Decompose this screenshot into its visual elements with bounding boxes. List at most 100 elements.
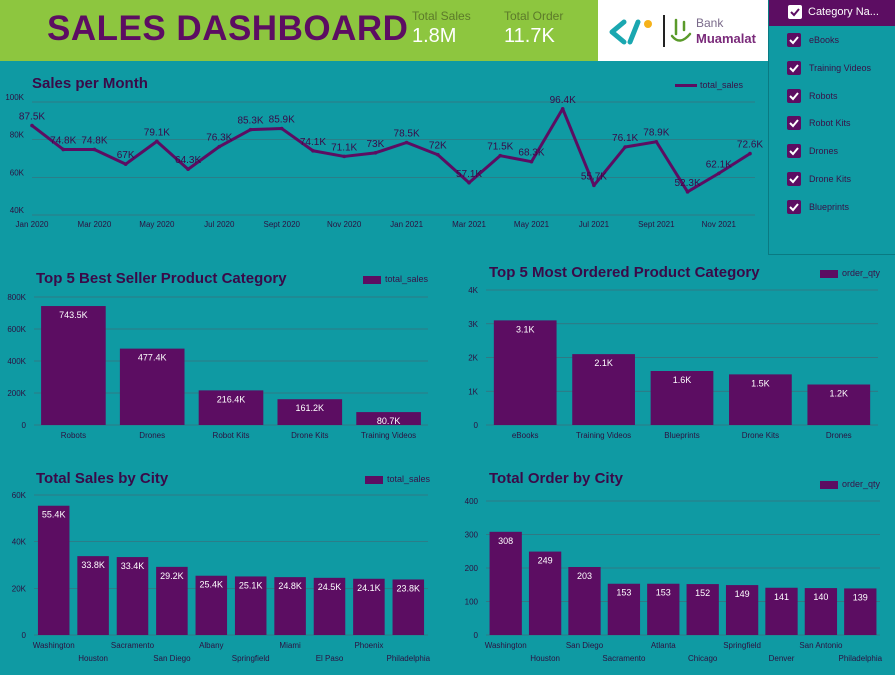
data-label: 24.8K (278, 581, 302, 591)
x-tick-label: eBooks (512, 431, 539, 440)
data-point (279, 126, 284, 131)
y-tick-label: 40K (10, 206, 25, 215)
y-tick-label: 100K (5, 93, 24, 102)
data-label: 74.8K (50, 135, 76, 146)
filter-item[interactable]: Robots (787, 88, 895, 105)
data-label: 78.5K (394, 128, 420, 139)
x-tick-label: Springfield (232, 654, 270, 663)
bar-chart-top5-most-ordered: 0 1K 2K 3K 4K 3.1K eBooks 2.1K Training Videos 1.… (468, 286, 878, 440)
check-icon (789, 203, 799, 212)
y-tick-label: 60K (12, 491, 27, 500)
x-tick-label: Philadelphia (839, 654, 883, 663)
data-point (248, 127, 253, 132)
data-label: 67K (117, 150, 135, 161)
data-label: 74.8K (81, 135, 107, 146)
data-label: 76.1K (612, 133, 638, 144)
legend-label: total_sales (387, 474, 431, 484)
data-point (592, 183, 596, 188)
checkbox[interactable] (787, 172, 801, 186)
x-tick-label: Jul 2021 (579, 220, 610, 229)
filter-item-label: Drone Kits (809, 174, 852, 184)
data-point (685, 190, 690, 194)
checkbox[interactable] (787, 33, 801, 47)
legend-bar-swatch (363, 275, 381, 284)
check-icon (789, 175, 799, 184)
filter-item[interactable]: Robot Kits (787, 116, 895, 132)
data-label: 80.7K (377, 416, 401, 426)
checkbox[interactable] (787, 88, 801, 103)
x-tick-label: Blueprints (664, 431, 700, 440)
x-tick-label: Denver (769, 654, 795, 663)
data-label: 64.3K (175, 155, 201, 166)
filter-item-label: Blueprints (809, 201, 850, 212)
data-point (498, 153, 503, 158)
data-label: 79.1K (144, 127, 170, 138)
checkbox[interactable] (787, 199, 801, 214)
y-tick-label: 1K (468, 387, 478, 396)
data-label: 149 (735, 589, 750, 599)
data-label: 71.1K (331, 142, 357, 153)
x-tick-label: San Antonio (799, 641, 843, 650)
data-label: 1.2K (830, 389, 849, 399)
data-label: 203 (577, 571, 592, 581)
legend-sales-per-month: total_sales (675, 80, 743, 90)
x-tick-label: Chicago (688, 654, 718, 663)
bank-logo-line2: Muamalat (696, 31, 757, 46)
check-icon (789, 119, 799, 128)
filter-select-all[interactable]: Category Na... (769, 0, 895, 26)
x-tick-label: May 2020 (139, 220, 175, 229)
check-icon (789, 147, 799, 156)
x-tick-label: Drones (139, 431, 165, 440)
y-tick-label: 800K (7, 293, 26, 302)
data-label: 29.2K (160, 571, 184, 581)
data-point (30, 123, 34, 128)
checkbox[interactable] (787, 116, 801, 131)
data-point (342, 154, 346, 159)
legend-label: total_sales (385, 274, 429, 284)
data-label: 87.5K (19, 112, 45, 123)
data-point (467, 180, 471, 185)
logo-panel: Bank Muamalat (598, 0, 768, 61)
filter-item-label: Drones (809, 146, 839, 157)
x-tick-label: Albany (199, 641, 223, 650)
y-tick-label: 200 (465, 564, 479, 573)
y-tick-label: 4K (468, 286, 478, 295)
data-label: 3.1K (516, 324, 535, 334)
x-tick-label: Houston (530, 654, 560, 663)
legend-total-sales-by-city: total_sales (365, 474, 430, 484)
legend-bar-swatch (820, 269, 838, 278)
filter-item[interactable]: Training Videos (787, 60, 895, 77)
filter-item[interactable]: eBooks (787, 33, 895, 49)
data-label: 24.1K (357, 583, 381, 593)
filter-item-label: eBooks (809, 35, 840, 45)
check-icon (790, 8, 800, 17)
bar-chart-total-order-by-city: 0 100 200 300 400 308 Washington 249 Houston 203 S… (465, 497, 883, 663)
filter-item[interactable]: Blueprints (787, 199, 895, 216)
data-label: 96.4K (550, 95, 576, 106)
data-point (716, 171, 721, 176)
chart-title-top5-most-ordered: Top 5 Most Ordered Product Category (489, 264, 760, 281)
kpi-total-order: Total Order 11.7K (504, 9, 563, 48)
data-label: 57.1K (456, 169, 482, 180)
checkbox[interactable] (787, 144, 801, 159)
legend-total-order-by-city: order_qty (820, 479, 880, 489)
x-tick-label: Robots (61, 431, 86, 440)
data-label: 153 (656, 588, 671, 598)
x-tick-label: Sacramento (602, 654, 646, 663)
x-tick-label: Houston (78, 654, 108, 663)
data-label: 85.9K (269, 115, 295, 126)
data-label: 743.5K (59, 310, 88, 320)
checkbox-select-all[interactable] (788, 5, 802, 19)
kpi-total-sales-value: 1.8M (412, 25, 457, 47)
filter-item[interactable]: Drones (787, 144, 895, 160)
data-label: 76.3K (206, 133, 232, 144)
filter-item-label: Robot Kits (809, 118, 851, 129)
y-tick-label: 300 (465, 531, 479, 540)
data-point (123, 162, 128, 166)
kpi-total-order-label: Total Order (504, 9, 564, 23)
filter-item-label: Training Videos (809, 62, 872, 73)
checkbox[interactable] (787, 60, 801, 75)
filter-item[interactable]: Drone Kits (787, 172, 895, 188)
legend-line-swatch (675, 84, 697, 88)
data-point (311, 148, 315, 153)
